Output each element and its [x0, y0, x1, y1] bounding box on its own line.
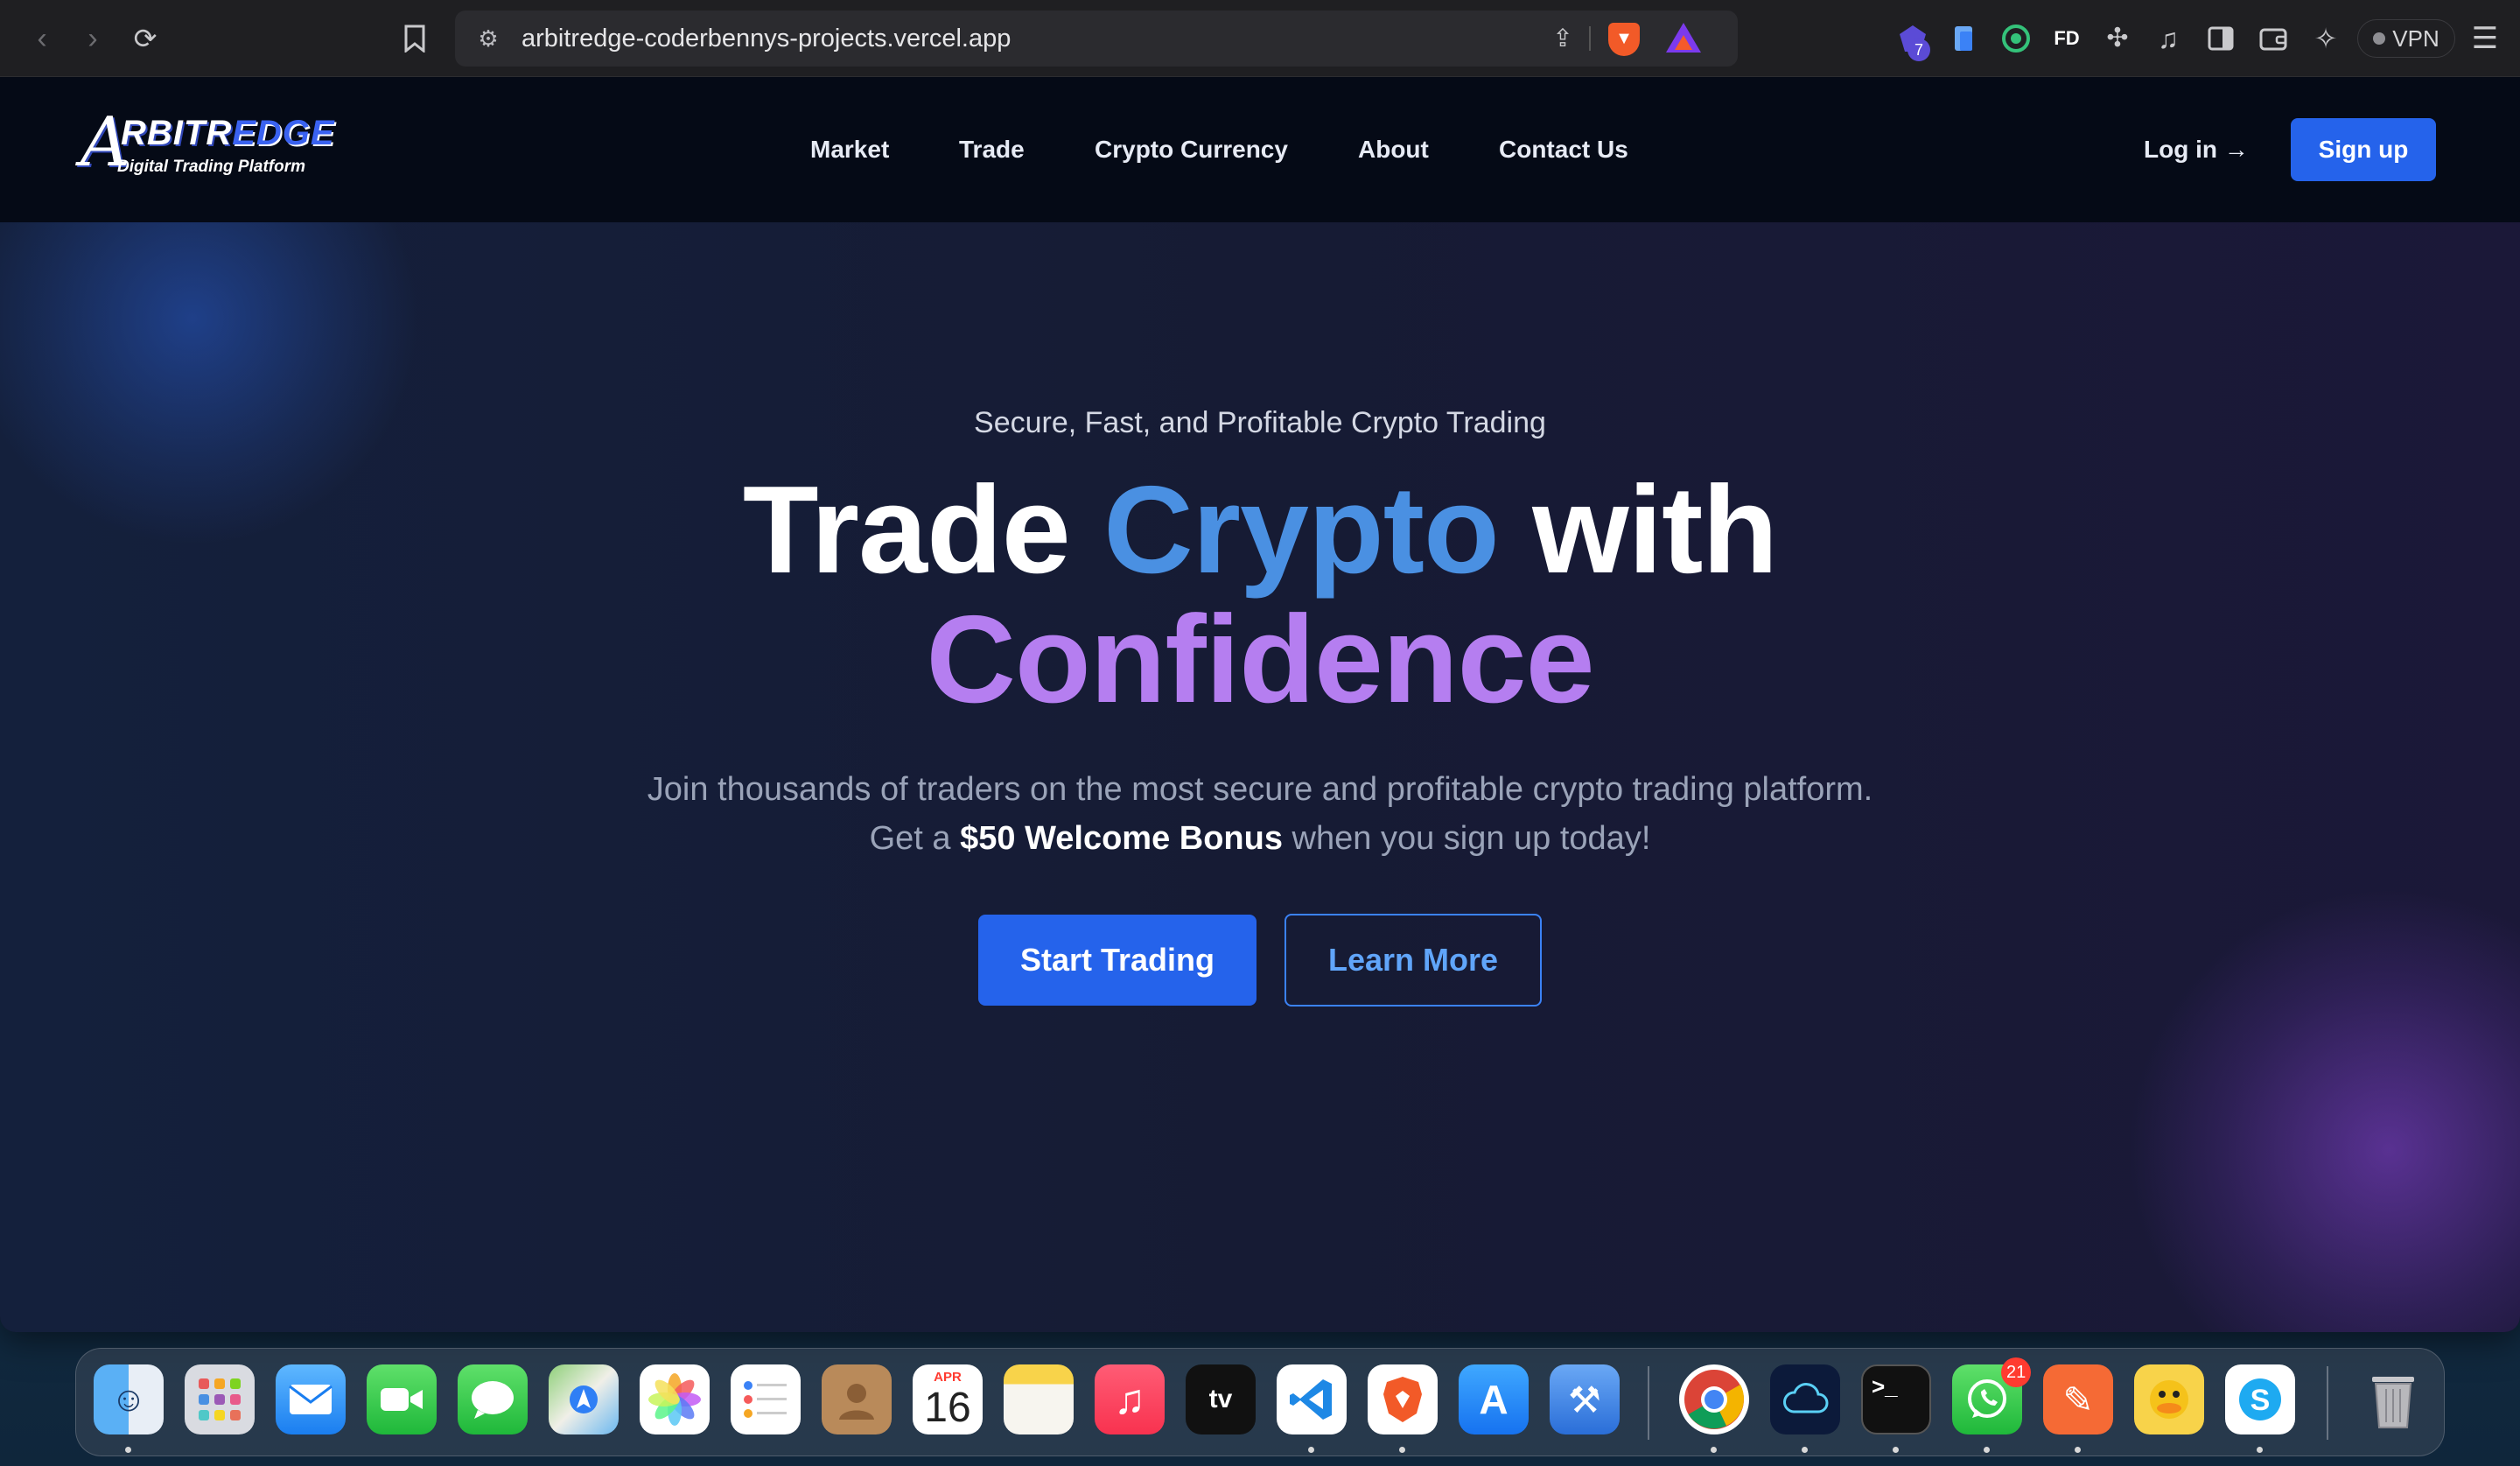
media-music-icon[interactable]: ♫	[2149, 18, 2188, 60]
nav-trade[interactable]: Trade	[959, 131, 1025, 168]
share-icon[interactable]: ⇪	[1547, 23, 1578, 54]
calendar-icon[interactable]: APR 16	[913, 1364, 983, 1434]
vscode-running-dot	[1308, 1447, 1314, 1453]
extensions-puzzle-icon[interactable]: ✣	[2098, 18, 2137, 60]
cloud-app-running-dot	[1802, 1447, 1808, 1453]
headline-part-trade: Trade	[742, 460, 1104, 600]
mail-icon[interactable]	[276, 1364, 346, 1434]
svg-text:S: S	[2250, 1384, 2271, 1417]
address-bar[interactable]: ⚙ arbitredge-coderbennys-projects.vercel…	[455, 11, 1738, 67]
decorative-purple-glow	[2126, 887, 2520, 1332]
hero-headline: Trade Crypto with Confidence	[0, 466, 2520, 725]
extension-fd-icon[interactable]: FD	[2048, 18, 2086, 60]
photos-icon[interactable]	[640, 1364, 710, 1434]
subtext-line-2-pre: Get a	[869, 820, 961, 857]
cyberduck-icon[interactable]	[2134, 1364, 2204, 1434]
vpn-status-dot	[2373, 32, 2386, 45]
maps-icon[interactable]	[549, 1364, 619, 1434]
subtext-line-2-post: when you sign up today!	[1282, 820, 1651, 857]
subtext-line-1: Join thousands of traders on the most se…	[647, 771, 1873, 808]
postman-running-dot	[2075, 1447, 2081, 1453]
finder-icon[interactable]: ☺	[94, 1364, 164, 1434]
finder-running-dot	[125, 1447, 131, 1453]
back-icon[interactable]: ‹	[24, 18, 60, 60]
extension-target-icon[interactable]	[1997, 18, 2035, 60]
reload-icon[interactable]: ⟳	[124, 18, 166, 60]
calendar-day: 16	[924, 1385, 971, 1431]
terminal-icon[interactable]: >_	[1861, 1364, 1931, 1434]
sidebar-toggle-icon[interactable]	[2202, 18, 2240, 60]
start-trading-button[interactable]: Start Trading	[978, 915, 1256, 1006]
nav-about[interactable]: About	[1358, 131, 1429, 168]
contacts-icon[interactable]	[822, 1364, 892, 1434]
vscode-icon[interactable]	[1277, 1364, 1347, 1434]
nav-contact-us[interactable]: Contact Us	[1499, 131, 1628, 168]
url-separator	[1589, 26, 1591, 51]
site-header: A RBITREDGE Digital Trading Platform Mar…	[0, 77, 2520, 222]
hero-tagline: Secure, Fast, and Profitable Crypto Trad…	[974, 406, 1546, 439]
postman-icon[interactable]: ✎	[2043, 1364, 2113, 1434]
xcode-icon[interactable]: ⚒	[1550, 1364, 1620, 1434]
brave-running-dot	[1399, 1447, 1405, 1453]
reminders-icon[interactable]	[731, 1364, 801, 1434]
hero-subtext: Join thousands of traders on the most se…	[0, 765, 2520, 863]
learn-more-button[interactable]: Learn More	[1284, 914, 1542, 1007]
menu-icon[interactable]: ☰	[2466, 18, 2504, 60]
wallet-icon[interactable]	[2254, 18, 2292, 60]
brave-shields-icon[interactable]: ▼	[1608, 23, 1640, 56]
messages-icon[interactable]	[458, 1364, 528, 1434]
site-settings-icon[interactable]: ⚙	[474, 25, 502, 53]
nav-crypto-currency[interactable]: Crypto Currency	[1095, 131, 1288, 168]
main-nav: Market Trade Crypto Currency About Conta…	[0, 77, 2520, 222]
leo-ai-icon[interactable]: ✧	[2306, 18, 2345, 60]
macos-dock: ☺ APR 16 ♫ tv A ⚒ >_ 21 ✎ S	[75, 1348, 2445, 1456]
browser-window: ‹ › ⟳ ⚙ arbitredge-coderbennys-projects.…	[0, 0, 2520, 1332]
cloud-app-icon[interactable]	[1770, 1364, 1840, 1434]
bookmark-icon[interactable]	[396, 18, 434, 60]
apple-tv-icon[interactable]: tv	[1186, 1364, 1256, 1434]
chrome-running-dot	[1711, 1447, 1717, 1453]
forward-icon[interactable]: ›	[75, 18, 110, 60]
skype-running-dot	[2257, 1447, 2263, 1453]
notes-icon[interactable]	[1004, 1364, 1074, 1434]
hero-section: Secure, Fast, and Profitable Crypto Trad…	[0, 222, 2520, 1332]
facetime-icon[interactable]	[367, 1364, 437, 1434]
headline-part-with: with	[1498, 460, 1778, 600]
terminal-running-dot	[1893, 1447, 1899, 1453]
dock-separator	[1648, 1366, 1649, 1440]
extension-files-icon[interactable]	[1944, 18, 1983, 60]
whatsapp-badge: 21	[2001, 1357, 2032, 1387]
nav-market[interactable]: Market	[810, 131, 889, 168]
calendar-month: APR	[934, 1370, 962, 1385]
signup-button[interactable]: Sign up	[2291, 118, 2436, 181]
launchpad-icon[interactable]	[185, 1364, 255, 1434]
headline-part-confidence: Confidence	[926, 590, 1594, 729]
welcome-bonus-text: $50 Welcome Bonus	[960, 820, 1283, 857]
skype-icon[interactable]: S	[2225, 1364, 2295, 1434]
login-link[interactable]: Log in →	[2144, 131, 2249, 168]
dock-separator-2	[2327, 1366, 2328, 1440]
brave-icon[interactable]	[1368, 1364, 1438, 1434]
app-store-icon[interactable]: A	[1459, 1364, 1529, 1434]
url-text[interactable]: arbitredge-coderbennys-projects.vercel.a…	[522, 11, 1011, 67]
brave-rewards-inner	[1675, 35, 1692, 50]
chrome-icon[interactable]	[1679, 1364, 1749, 1434]
headline-part-crypto: Crypto	[1103, 460, 1500, 600]
whatsapp-running-dot	[1984, 1447, 1990, 1453]
extension-badge: 7	[1908, 39, 1930, 61]
music-icon[interactable]: ♫	[1095, 1364, 1165, 1434]
browser-toolbar: ‹ › ⟳ ⚙ arbitredge-coderbennys-projects.…	[0, 0, 2520, 77]
vpn-button[interactable]: VPN	[2357, 19, 2455, 58]
trash-icon[interactable]	[2358, 1364, 2428, 1434]
vpn-label: VPN	[2392, 25, 2440, 52]
